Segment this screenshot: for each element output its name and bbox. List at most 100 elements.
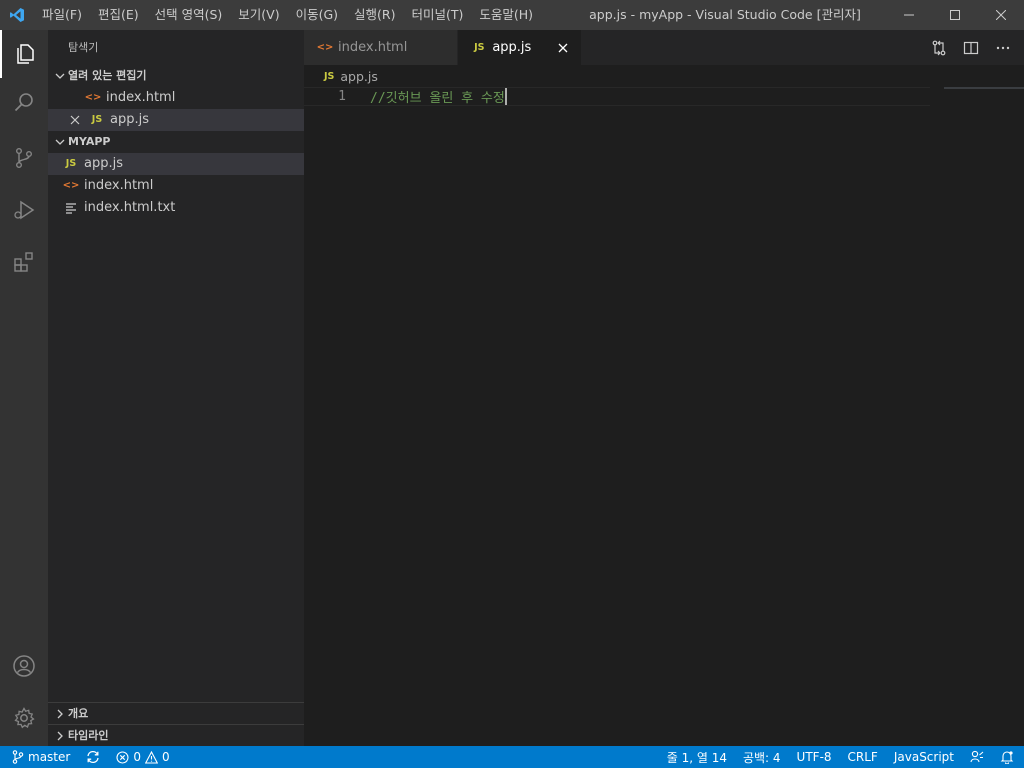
chevron-down-icon — [52, 65, 68, 87]
sidebar-title: 탐색기 — [68, 41, 99, 54]
menu-file[interactable]: 파일(F) — [34, 0, 90, 30]
js-file-icon: JS — [474, 42, 485, 53]
code-line[interactable]: 1 //깃허브 올린 후 수정 — [304, 87, 930, 106]
feedback-button[interactable] — [962, 746, 992, 768]
warning-icon — [144, 750, 158, 764]
close-icon — [996, 10, 1006, 20]
branch-name: master — [28, 750, 71, 764]
accounts-button[interactable] — [0, 642, 48, 690]
tab-close-button[interactable] — [555, 40, 571, 56]
sync-button[interactable] — [78, 746, 108, 768]
menu-help[interactable]: 도움말(H) — [471, 0, 541, 30]
sidebar-bottom-sections: 개요 타임라인 — [48, 702, 304, 746]
breadcrumb-file[interactable]: app.js — [340, 69, 378, 84]
menu-run[interactable]: 실행(R) — [346, 0, 403, 30]
menu-bar: 파일(F) 편집(E) 선택 영역(S) 보기(V) 이동(G) 실행(R) 터… — [34, 0, 541, 30]
search-icon — [14, 93, 33, 112]
account-icon — [13, 655, 35, 677]
outline-header[interactable]: 개요 — [48, 702, 304, 724]
vscode-logo-icon — [0, 0, 34, 30]
search-button[interactable] — [0, 78, 48, 126]
split-editor-button[interactable] — [960, 37, 982, 59]
timeline-label: 타임라인 — [68, 728, 109, 742]
minimize-button[interactable] — [886, 0, 932, 30]
maximize-icon — [950, 10, 960, 20]
menu-selection[interactable]: 선택 영역(S) — [147, 0, 231, 30]
menu-go[interactable]: 이동(G) — [288, 0, 346, 30]
more-icon — [996, 46, 1010, 49]
activity-bar — [0, 30, 48, 746]
project-header[interactable]: MYAPP — [48, 131, 304, 153]
text-file-icon — [62, 202, 80, 214]
warning-count: 0 — [161, 750, 170, 764]
tab-app-js[interactable]: JS app.js — [458, 30, 583, 65]
html-file-icon: <> — [84, 92, 102, 103]
indentation-status[interactable]: 공백: 4 — [735, 746, 789, 768]
compare-changes-icon — [932, 40, 946, 55]
problems-status[interactable]: 0 0 — [108, 746, 177, 768]
open-editor-label: index.html — [106, 90, 176, 105]
close-window-button[interactable] — [978, 0, 1024, 30]
encoding-status[interactable]: UTF-8 — [789, 746, 840, 768]
file-item-app-js[interactable]: JS app.js — [48, 153, 304, 175]
chevron-down-icon — [52, 131, 68, 153]
open-changes-button[interactable] — [928, 37, 950, 59]
menu-edit[interactable]: 편집(E) — [90, 0, 147, 30]
minimize-icon — [904, 14, 914, 16]
extensions-icon — [14, 252, 33, 272]
source-control-button[interactable] — [0, 134, 48, 182]
explorer-sidebar: 탐색기 열려 있는 편집기 <> index.html JS app.js MY… — [48, 30, 304, 746]
close-icon — [558, 43, 568, 52]
file-label: index.html.txt — [84, 200, 176, 215]
close-editor-button[interactable] — [66, 115, 84, 125]
sync-icon — [87, 750, 99, 764]
minimap[interactable] — [944, 87, 1024, 89]
files-icon — [17, 44, 34, 64]
line-number: 1 — [338, 89, 346, 104]
run-debug-icon — [14, 200, 35, 220]
branch-status[interactable]: master — [0, 746, 78, 768]
tab-label: app.js — [492, 40, 532, 55]
more-actions-button[interactable] — [992, 37, 1014, 59]
editor-actions — [928, 30, 1014, 65]
open-editor-item-app-js[interactable]: JS app.js — [48, 109, 304, 131]
title-bar: 파일(F) 편집(E) 선택 영역(S) 보기(V) 이동(G) 실행(R) 터… — [0, 0, 1024, 30]
timeline-header[interactable]: 타임라인 — [48, 724, 304, 746]
status-bar: master 0 0 줄 1, 열 14 공백: 4 UTF-8 CRLF Ja… — [0, 746, 1024, 768]
tab-index-html[interactable]: <> index.html — [304, 30, 459, 65]
file-item-index-html[interactable]: <> index.html — [48, 175, 304, 197]
breadcrumb: JS app.js — [304, 65, 1024, 87]
window-title: app.js - myApp - Visual Studio Code [관리자… — [589, 7, 861, 22]
run-debug-button[interactable] — [0, 186, 48, 234]
gear-icon — [14, 707, 35, 729]
source-control-icon — [15, 148, 32, 169]
explorer-button[interactable] — [0, 30, 48, 78]
cursor-position-status[interactable]: 줄 1, 열 14 — [659, 746, 735, 768]
html-file-icon: <> — [62, 180, 80, 191]
extensions-button[interactable] — [0, 238, 48, 286]
error-count: 0 — [133, 750, 141, 764]
open-editor-item-index-html[interactable]: <> index.html — [48, 87, 304, 109]
language-mode-status[interactable]: JavaScript — [886, 746, 962, 768]
bell-icon — [1000, 751, 1014, 764]
open-editors-header[interactable]: 열려 있는 편집기 — [48, 65, 304, 87]
eol-status[interactable]: CRLF — [840, 746, 886, 768]
open-editors-label: 열려 있는 편집기 — [68, 69, 147, 82]
manage-button[interactable] — [0, 694, 48, 742]
menu-view[interactable]: 보기(V) — [230, 0, 287, 30]
chevron-right-icon — [52, 725, 68, 747]
notifications-button[interactable] — [992, 746, 1024, 768]
window-controls — [886, 0, 1024, 30]
outline-label: 개요 — [68, 706, 89, 720]
file-item-index-html-txt[interactable]: index.html.txt — [48, 197, 304, 219]
editor-tabs: <> index.html JS app.js — [304, 30, 1024, 65]
tab-label: index.html — [338, 40, 408, 55]
menu-terminal[interactable]: 터미널(T) — [404, 0, 472, 30]
project-label: MYAPP — [68, 135, 111, 148]
chevron-right-icon — [52, 703, 68, 725]
code-editor[interactable]: 1 //깃허브 올린 후 수정 — [304, 87, 1024, 746]
js-file-icon: JS — [65, 158, 77, 169]
text-cursor — [504, 88, 507, 105]
maximize-button[interactable] — [932, 0, 978, 30]
feedback-icon — [970, 750, 984, 763]
